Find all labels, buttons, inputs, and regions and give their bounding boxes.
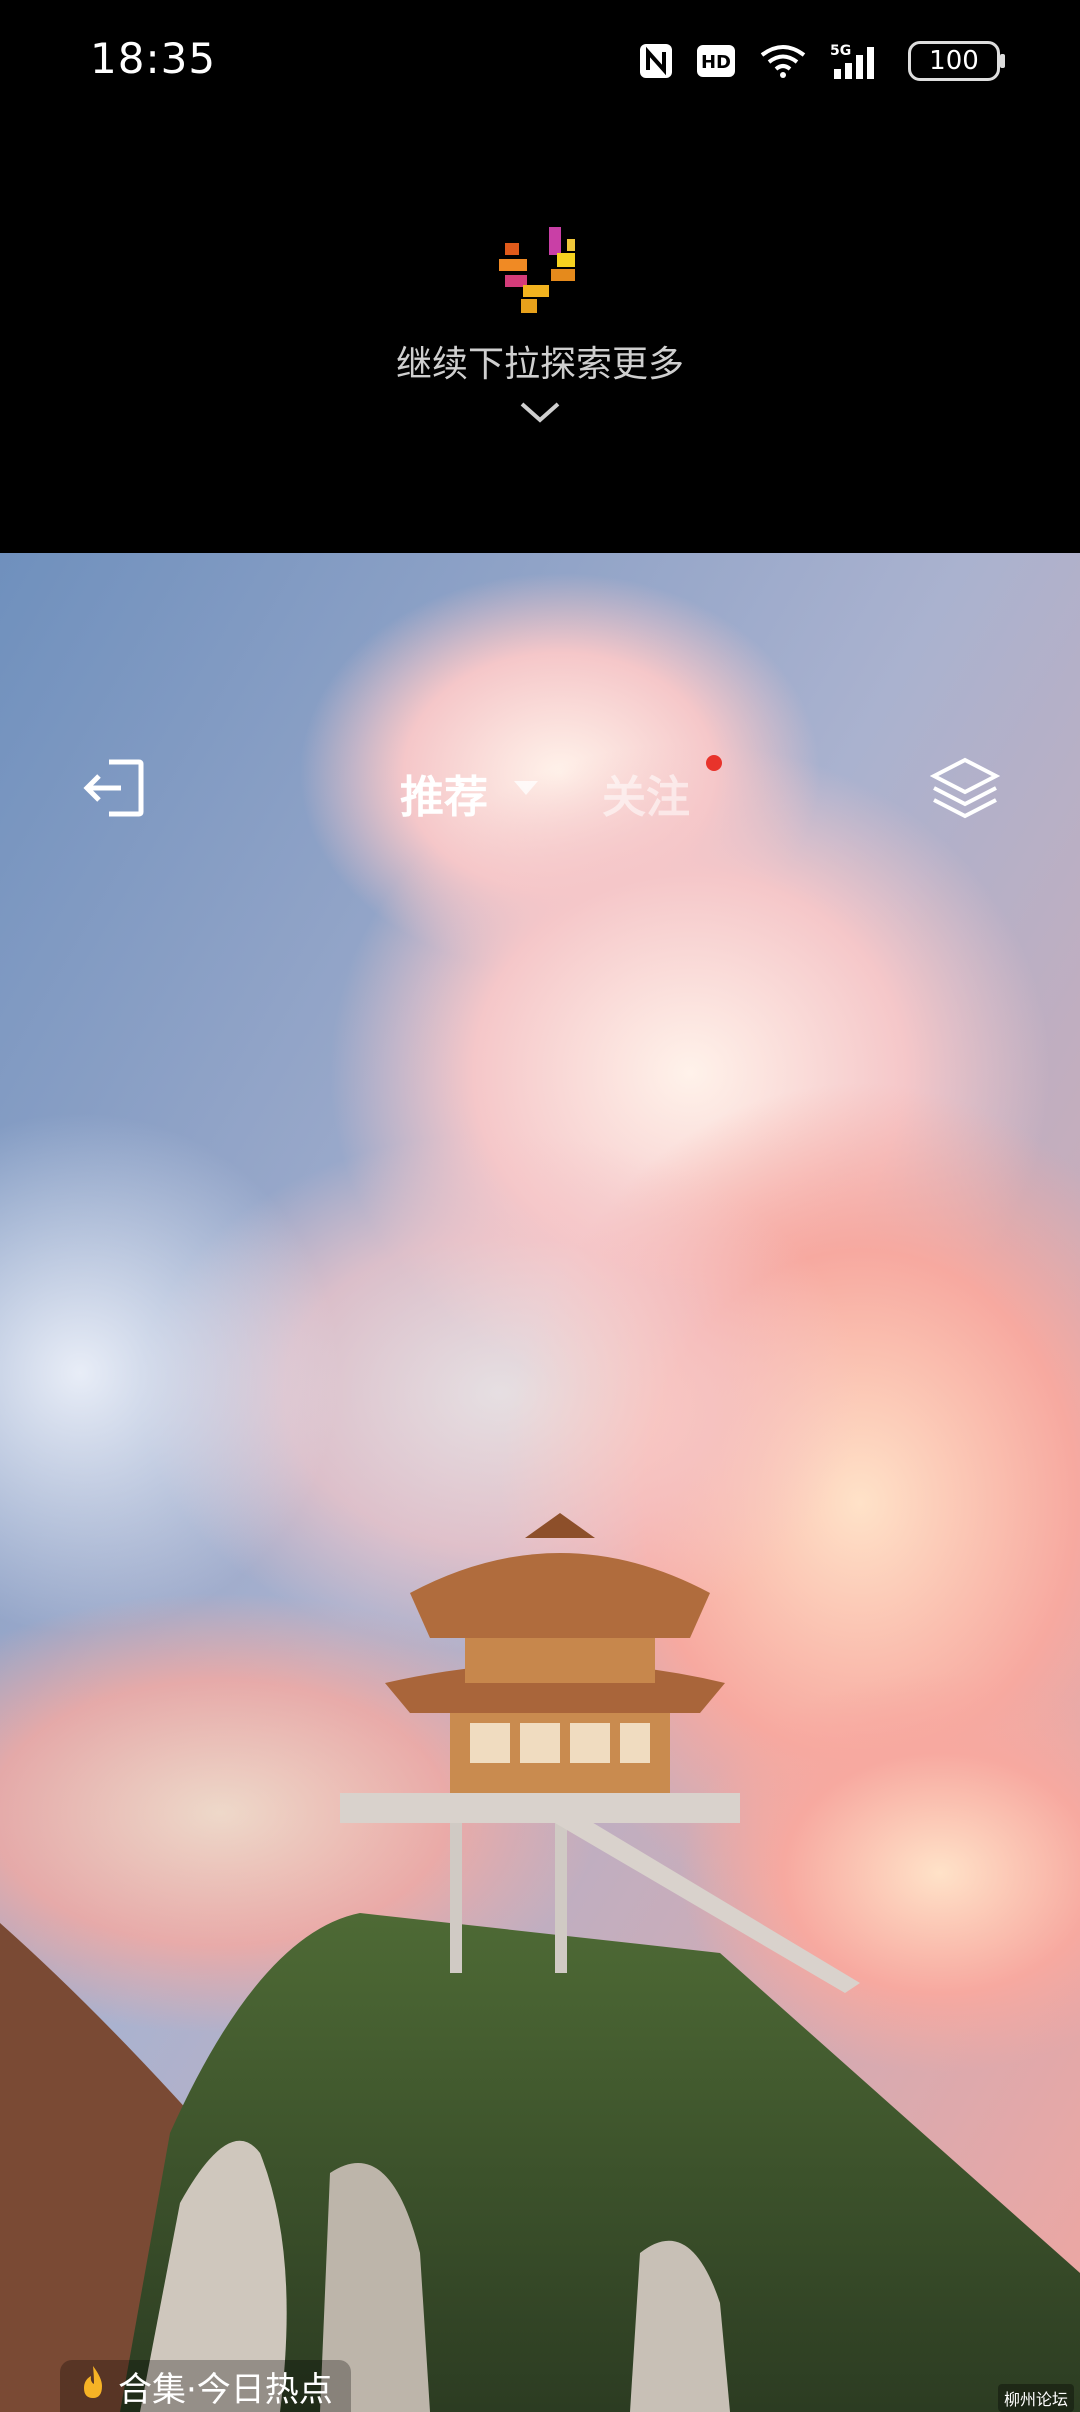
top-navigation: 推荐 关注: [0, 703, 1080, 823]
hd-icon: HD: [696, 44, 736, 78]
exit-icon: [83, 759, 144, 817]
caret-down-icon[interactable]: [514, 781, 538, 797]
layers-button[interactable]: [930, 753, 1000, 823]
status-bar: 18:35 HD 5G 100: [0, 0, 1080, 120]
pull-down-hint-text: 继续下拉探索更多: [395, 344, 684, 385]
image-viewer[interactable]: 推荐 关注: [0, 553, 1080, 2412]
forum-watermark: 柳州论坛: [997, 2384, 1074, 2412]
wifi-icon: [758, 43, 808, 79]
status-icons: HD 5G 100: [638, 36, 1005, 86]
battery-indicator: 100: [908, 41, 1005, 81]
tab-recommend[interactable]: 推荐: [400, 761, 488, 825]
layers-icon: [930, 757, 1000, 819]
status-time: 18:35: [90, 34, 217, 83]
collection-tag[interactable]: 合集·今日热点: [60, 2360, 351, 2412]
collection-label: 合集·今日热点: [118, 2369, 333, 2410]
nfc-icon: [638, 42, 674, 80]
notification-dot: [706, 755, 722, 771]
exit-button[interactable]: [80, 753, 150, 823]
tab-follow[interactable]: 关注: [602, 761, 690, 825]
pull-down-hint: 继续下拉探索更多: [0, 150, 1080, 450]
svg-text:5G: 5G: [830, 43, 851, 59]
svg-text:HD: HD: [701, 52, 731, 73]
signal-5g-icon: 5G: [830, 41, 886, 81]
flame-icon: [78, 2364, 108, 2409]
app-logo-icon: [497, 225, 587, 325]
landscape-photo: [0, 553, 1080, 2412]
chevron-down-icon: [518, 400, 562, 426]
